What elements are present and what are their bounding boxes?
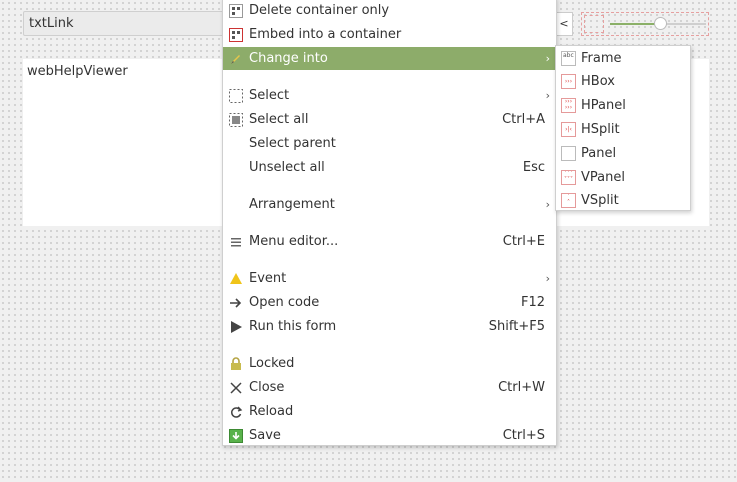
pencil-icon bbox=[229, 52, 243, 66]
submenu-arrow-icon: › bbox=[545, 272, 550, 285]
submenu-arrow-icon: › bbox=[545, 89, 550, 102]
menu-item-shortcut: Ctrl+E bbox=[502, 234, 545, 249]
submenu-arrow-icon: › bbox=[545, 52, 550, 65]
menu-item-delete-container-only[interactable]: Delete container only bbox=[223, 0, 556, 22]
change-into-submenu: abc Frame ››› HBox ››› ››› HPanel ›|‹ HSp… bbox=[555, 45, 691, 211]
arrow-right-icon bbox=[229, 296, 243, 310]
slider-fill bbox=[610, 23, 661, 25]
menu-item-event[interactable]: Event › bbox=[223, 267, 556, 290]
menu-item-open-code[interactable]: Open code F12 bbox=[223, 291, 556, 314]
menu-item-shortcut: Esc bbox=[522, 160, 545, 175]
frame-icon: abc bbox=[561, 51, 576, 66]
menu-item-shortcut: Shift+F5 bbox=[488, 319, 545, 334]
menu-item-shortcut: F12 bbox=[520, 295, 545, 310]
panel-icon bbox=[561, 146, 576, 161]
submenu-item-hpanel[interactable]: ››› ››› HPanel bbox=[556, 94, 690, 117]
submenu-item-label: VPanel bbox=[581, 170, 625, 185]
submenu-item-label: Frame bbox=[581, 51, 622, 66]
play-icon bbox=[229, 320, 243, 334]
delete-container-icon bbox=[229, 4, 243, 18]
menu-item-label: Close bbox=[249, 380, 285, 395]
menu-item-label: Menu editor... bbox=[249, 234, 339, 249]
txtlink-textbox[interactable]: txtLink bbox=[23, 11, 233, 36]
menu-item-arrangement[interactable]: Arrangement › bbox=[223, 193, 556, 216]
submenu-item-hsplit[interactable]: ›|‹ HSplit bbox=[556, 118, 690, 141]
menu-item-label: Open code bbox=[249, 295, 320, 310]
menu-item-reload[interactable]: Reload bbox=[223, 400, 556, 423]
menu-item-label: Reload bbox=[249, 404, 294, 419]
hpanel-icon: ››› ››› bbox=[561, 98, 576, 113]
submenu-arrow-icon: › bbox=[545, 198, 550, 211]
menu-item-label: Select all bbox=[249, 112, 309, 127]
slider-container bbox=[581, 12, 709, 36]
hsplit-icon: ›|‹ bbox=[561, 122, 576, 137]
vpanel-icon: ˅˅˅ ˅˅˅ bbox=[561, 170, 576, 185]
menu-item-label: Embed into a container bbox=[249, 27, 402, 42]
lt-button[interactable]: < bbox=[555, 12, 573, 36]
submenu-item-vsplit[interactable]: ˅ ˄ VSplit bbox=[556, 189, 690, 212]
vsplit-icon: ˅ ˄ bbox=[561, 193, 576, 208]
menu-item-locked[interactable]: Locked bbox=[223, 352, 556, 375]
embed-container-icon bbox=[229, 28, 243, 42]
menu-item-shortcut: Ctrl+W bbox=[498, 380, 545, 395]
menu-item-select-parent[interactable]: Select parent bbox=[223, 132, 556, 155]
menu-item-select[interactable]: Select › bbox=[223, 84, 556, 107]
select-all-icon bbox=[229, 113, 243, 127]
context-menu: Delete container only Embed into a conta… bbox=[222, 0, 557, 446]
menu-item-label: Select parent bbox=[249, 136, 336, 151]
save-icon bbox=[229, 429, 243, 443]
select-icon bbox=[229, 89, 243, 103]
menu-item-unselect-all[interactable]: Unselect all Esc bbox=[223, 156, 556, 179]
submenu-item-label: HBox bbox=[581, 74, 615, 89]
menu-item-label: Select bbox=[249, 88, 290, 103]
submenu-item-label: HPanel bbox=[581, 98, 626, 113]
event-triangle-icon bbox=[229, 272, 243, 286]
submenu-item-hbox[interactable]: ››› HBox bbox=[556, 70, 690, 93]
menu-item-label: Save bbox=[249, 428, 281, 443]
menu-item-label: Run this form bbox=[249, 319, 337, 334]
menu-item-shortcut: Ctrl+A bbox=[502, 112, 545, 127]
menu-item-label: Unselect all bbox=[249, 160, 325, 175]
menu-item-change-into[interactable]: Change into › bbox=[223, 47, 556, 70]
submenu-item-frame[interactable]: abc Frame bbox=[556, 47, 690, 70]
submenu-item-label: Panel bbox=[581, 146, 617, 161]
menu-item-label: Event bbox=[249, 271, 287, 286]
reload-icon bbox=[229, 405, 243, 419]
menu-icon bbox=[229, 235, 243, 249]
webhelpviewer-label: webHelpViewer bbox=[27, 64, 128, 79]
slider-knob[interactable] bbox=[654, 17, 668, 30]
menu-item-select-all[interactable]: Select all Ctrl+A bbox=[223, 108, 556, 131]
menu-item-embed-into-container[interactable]: Embed into a container bbox=[223, 23, 556, 46]
submenu-item-vpanel[interactable]: ˅˅˅ ˅˅˅ VPanel bbox=[556, 166, 690, 189]
menu-item-label: Delete container only bbox=[249, 3, 390, 18]
close-icon bbox=[229, 381, 243, 395]
slider-placeholder-box bbox=[584, 15, 604, 33]
submenu-item-label: HSplit bbox=[581, 122, 620, 137]
menu-item-label: Change into bbox=[249, 51, 328, 66]
menu-item-save[interactable]: Save Ctrl+S bbox=[223, 424, 556, 447]
hbox-icon: ››› bbox=[561, 74, 576, 89]
menu-item-menu-editor[interactable]: Menu editor... Ctrl+E bbox=[223, 230, 556, 253]
lock-icon bbox=[229, 357, 243, 371]
menu-item-shortcut: Ctrl+S bbox=[502, 428, 545, 443]
menu-item-run-this-form[interactable]: Run this form Shift+F5 bbox=[223, 315, 556, 338]
menu-item-label: Locked bbox=[249, 356, 295, 371]
menu-item-label: Arrangement bbox=[249, 197, 335, 212]
menu-item-close[interactable]: Close Ctrl+W bbox=[223, 376, 556, 399]
submenu-item-panel[interactable]: Panel bbox=[556, 142, 690, 165]
submenu-item-label: VSplit bbox=[581, 193, 619, 208]
